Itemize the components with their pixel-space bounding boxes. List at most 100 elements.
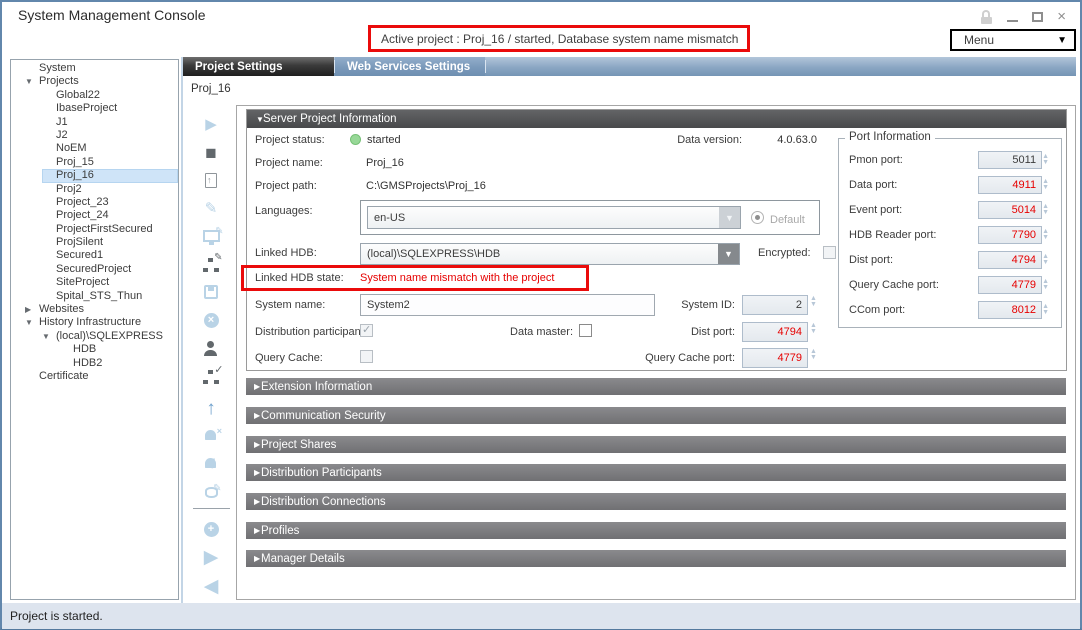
section-header-profiles[interactable]: ▶ Profiles xyxy=(246,522,1066,539)
tree-item-proj-16[interactable]: Proj_16 xyxy=(11,169,178,182)
tree-item-projects[interactable]: ▼ Projects xyxy=(11,75,178,88)
upgrade-project-icon[interactable]: ↑ xyxy=(198,396,224,420)
restore-project-icon[interactable] xyxy=(198,168,224,192)
section-header-distribution-participants[interactable]: ▶ Distribution Participants xyxy=(246,464,1066,481)
spinner-arrows-icon[interactable]: ▲▼ xyxy=(1042,204,1049,216)
spinner-arrows-icon[interactable]: ▲▼ xyxy=(810,323,817,335)
dist-port-input[interactable]: 4794 xyxy=(742,322,808,342)
tree-item-websites[interactable]: ▶ Websites xyxy=(11,303,178,316)
tree-expander-icon[interactable] xyxy=(59,343,73,356)
spinner-arrows-icon[interactable]: ▲▼ xyxy=(1042,254,1049,266)
tree-expander-icon[interactable] xyxy=(42,196,56,209)
data-master-checkbox[interactable] xyxy=(579,324,592,337)
tree-expander-icon[interactable] xyxy=(42,249,56,262)
tree-item-ibaseproject[interactable]: IbaseProject xyxy=(11,102,178,115)
spinner-arrows-icon[interactable]: ▲▼ xyxy=(1042,304,1049,316)
silence-notifications-icon[interactable] xyxy=(198,452,224,476)
port-input-event-port-[interactable]: 5014 xyxy=(978,201,1042,219)
tree-expander-icon[interactable] xyxy=(42,276,56,289)
tree-expander-icon[interactable] xyxy=(42,142,56,155)
tree-item-proj-15[interactable]: Proj_15 xyxy=(11,156,178,169)
tree-item-project-24[interactable]: Project_24 xyxy=(11,209,178,222)
encrypted-checkbox[interactable] xyxy=(823,246,836,259)
tree-expander-icon[interactable] xyxy=(42,169,56,182)
distribution-participant-checkbox[interactable] xyxy=(360,324,373,337)
stop-project-icon[interactable]: ■ xyxy=(198,141,224,165)
section-header-communication-security[interactable]: ▶ Communication Security xyxy=(246,407,1066,424)
tree-expander-icon[interactable] xyxy=(42,236,56,249)
user-credentials-icon[interactable] xyxy=(198,336,224,360)
tree-expander-icon[interactable] xyxy=(42,263,56,276)
tree-item-history-infrastructure[interactable]: ▼ History Infrastructure xyxy=(11,316,178,329)
delete-project-icon[interactable]: × xyxy=(198,308,224,332)
tree-expander-icon[interactable] xyxy=(42,290,56,303)
tree-item--local-sqlexpress[interactable]: ▼ (local)\SQLEXPRESS xyxy=(11,330,178,343)
tree-item-securedproject[interactable]: SecuredProject xyxy=(11,263,178,276)
section-header-manager-details[interactable]: ▶ Manager Details xyxy=(246,550,1066,567)
tree-expander-icon[interactable] xyxy=(42,156,56,169)
spinner-arrows-icon[interactable]: ▲▼ xyxy=(1042,279,1049,291)
section-header-project-shares[interactable]: ▶ Project Shares xyxy=(246,436,1066,453)
tree-expander-icon[interactable] xyxy=(42,129,56,142)
query-cache-port-input[interactable]: 4779 xyxy=(742,348,808,368)
spinner-arrows-icon[interactable]: ▲▼ xyxy=(1042,229,1049,241)
tree-expander-icon[interactable] xyxy=(59,357,73,370)
maximize-icon[interactable] xyxy=(1032,12,1043,22)
tree-expander-icon[interactable] xyxy=(25,370,39,383)
menu-button[interactable]: Menu ▼ xyxy=(950,29,1076,51)
tree-item-siteproject[interactable]: SiteProject xyxy=(11,276,178,289)
disable-notifications-icon[interactable] xyxy=(198,424,224,448)
tree-item-spital-sts-thun[interactable]: Spital_STS_Thun xyxy=(11,290,178,303)
port-input-data-port-[interactable]: 4911 xyxy=(978,176,1042,194)
tree-expander-icon[interactable] xyxy=(42,209,56,222)
edit-project-display-icon[interactable] xyxy=(198,224,224,248)
tree-expander-icon[interactable] xyxy=(42,183,56,196)
section-header-extension-information[interactable]: ▶ Extension Information xyxy=(246,378,1066,395)
tree-expander-icon[interactable]: ▶ xyxy=(25,303,39,316)
default-language-radio[interactable] xyxy=(751,211,764,224)
port-input-query-cache-port-[interactable]: 4779 xyxy=(978,276,1042,294)
minimize-icon[interactable] xyxy=(1007,13,1018,22)
port-input-ccom-port-[interactable]: 8012 xyxy=(978,301,1042,319)
port-input-hdb-reader-port-[interactable]: 7790 xyxy=(978,226,1042,244)
tree-item-hdb2[interactable]: HDB2 xyxy=(11,357,178,370)
language-dropdown[interactable]: en-US ▼ xyxy=(367,206,741,229)
tree-item-project-23[interactable]: Project_23 xyxy=(11,196,178,209)
hierarchy-check-icon[interactable] xyxy=(198,364,224,388)
system-id-input[interactable]: 2 xyxy=(742,295,808,315)
tree-expander-icon[interactable]: ▼ xyxy=(25,75,39,88)
spinner-arrows-icon[interactable]: ▲▼ xyxy=(810,296,817,308)
dropdown-arrow-icon[interactable]: ▼ xyxy=(719,207,740,228)
port-input-dist-port-[interactable]: 4794 xyxy=(978,251,1042,269)
tree-expander-icon[interactable]: ▼ xyxy=(42,330,56,343)
tree-item-projectfirstsecured[interactable]: ProjectFirstSecured xyxy=(11,223,178,236)
start-project-icon[interactable]: ▶ xyxy=(198,112,224,136)
port-input-pmon-port-[interactable]: 5011 xyxy=(978,151,1042,169)
rename-project-icon[interactable]: ✎ xyxy=(198,196,224,220)
linked-hdb-dropdown[interactable]: (local)\SQLEXPRESS\HDB ▼ xyxy=(360,243,740,265)
clear-history-db-icon[interactable] xyxy=(198,480,224,504)
edit-system-hierarchy-icon[interactable] xyxy=(198,252,224,276)
tree-item-projsilent[interactable]: ProjSilent xyxy=(11,236,178,249)
system-name-input[interactable]: System2 xyxy=(360,294,655,316)
tree-item-global22[interactable]: Global22 xyxy=(11,89,178,102)
tree-expander-icon[interactable] xyxy=(42,223,56,236)
tree-expander-icon[interactable] xyxy=(25,62,39,75)
close-icon[interactable]: × xyxy=(1057,12,1066,22)
tree-item-system[interactable]: System xyxy=(11,62,178,75)
tree-item-hdb[interactable]: HDB xyxy=(11,343,178,356)
spinner-arrows-icon[interactable]: ▲▼ xyxy=(1042,179,1049,191)
save-icon[interactable] xyxy=(198,280,224,304)
tree-item-noem[interactable]: NoEM xyxy=(11,142,178,155)
tab-project-settings[interactable]: Project Settings xyxy=(183,57,334,76)
dropdown-arrow-icon[interactable]: ▼ xyxy=(718,244,739,264)
tree-item-secured1[interactable]: Secured1 xyxy=(11,249,178,262)
add-project-icon[interactable]: + xyxy=(198,517,224,541)
tree-expander-icon[interactable] xyxy=(42,102,56,115)
spinner-arrows-icon[interactable]: ▲▼ xyxy=(810,349,817,361)
section-header-distribution-connections[interactable]: ▶ Distribution Connections xyxy=(246,493,1066,510)
tree-item-certificate[interactable]: Certificate xyxy=(11,370,178,383)
tree-item-j1[interactable]: J1 xyxy=(11,116,178,129)
tree-expander-icon[interactable] xyxy=(42,89,56,102)
spinner-arrows-icon[interactable]: ▲▼ xyxy=(1042,154,1049,166)
